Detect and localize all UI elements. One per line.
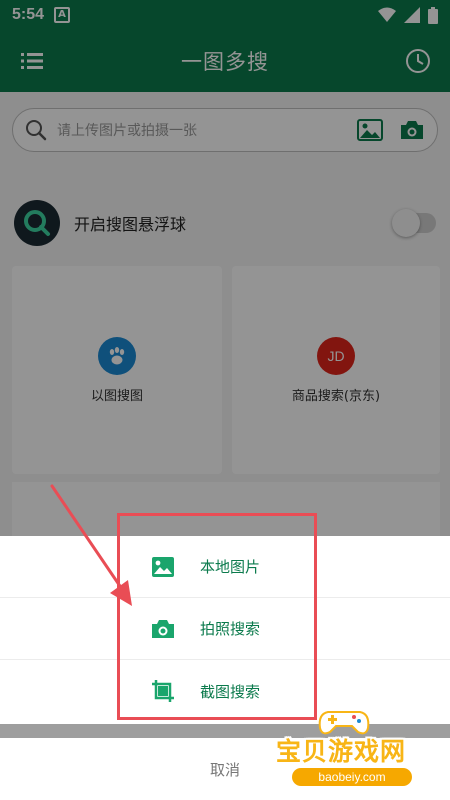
cancel-label: 取消 [209,760,240,779]
app-screen: 5:54 A 一图多搜 请上传图片或拍摄一张 开启搜图悬浮球 以图搜图 JD 商… [0,0,450,800]
highlight-box [117,513,317,720]
watermark-text: 宝贝游戏网 [276,737,407,766]
watermark: 宝贝游戏网 baobeiy.com [270,704,450,800]
watermark-url: baobeiy.com [292,768,412,786]
